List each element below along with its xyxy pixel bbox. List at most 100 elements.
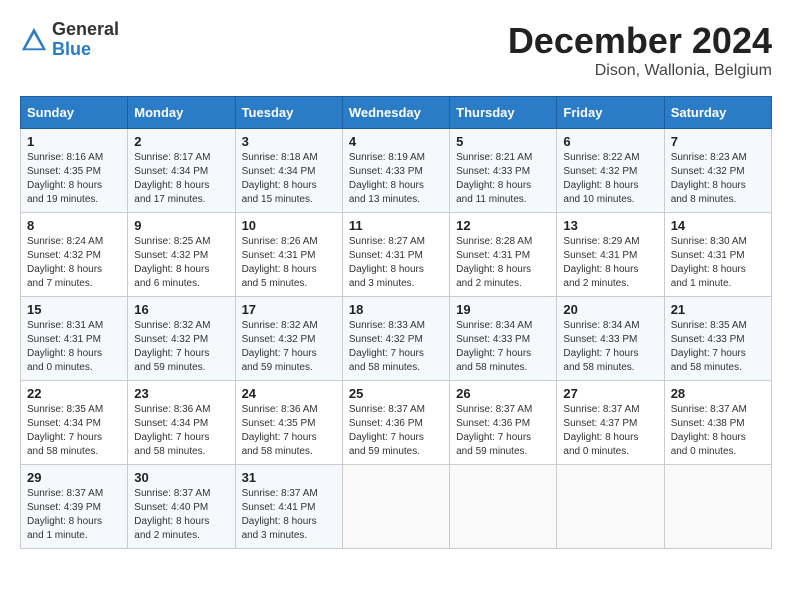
cell-info: Sunrise: 8:35 AMSunset: 4:34 PMDaylight:… xyxy=(27,404,103,457)
cell-info: Sunrise: 8:37 AMSunset: 4:39 PMDaylight:… xyxy=(27,488,103,541)
calendar-cell: 8 Sunrise: 8:24 AMSunset: 4:32 PMDaylight… xyxy=(21,213,128,297)
header-day-wednesday: Wednesday xyxy=(342,97,449,129)
cell-info: Sunrise: 8:37 AMSunset: 4:37 PMDaylight:… xyxy=(563,404,639,457)
cell-info: Sunrise: 8:34 AMSunset: 4:33 PMDaylight:… xyxy=(456,320,532,373)
cell-info: Sunrise: 8:32 AMSunset: 4:32 PMDaylight:… xyxy=(134,320,210,373)
calendar-cell: 1 Sunrise: 8:16 AMSunset: 4:35 PMDaylight… xyxy=(21,129,128,213)
cell-info: Sunrise: 8:30 AMSunset: 4:31 PMDaylight:… xyxy=(671,236,747,289)
calendar-cell: 6 Sunrise: 8:22 AMSunset: 4:32 PMDaylight… xyxy=(557,129,664,213)
cell-info: Sunrise: 8:26 AMSunset: 4:31 PMDaylight:… xyxy=(242,236,318,289)
cell-info: Sunrise: 8:22 AMSunset: 4:32 PMDaylight:… xyxy=(563,152,639,205)
calendar-cell: 13Sunrise: 8:29 AMSunset: 4:31 PMDayligh… xyxy=(557,213,664,297)
header-day-monday: Monday xyxy=(128,97,235,129)
logo-text: General Blue xyxy=(52,20,119,60)
cell-info: Sunrise: 8:37 AMSunset: 4:38 PMDaylight:… xyxy=(671,404,747,457)
header-day-friday: Friday xyxy=(557,97,664,129)
calendar-week-row: 22 Sunrise: 8:35 AMSunset: 4:34 PMDayligh… xyxy=(21,381,772,465)
day-number: 6 xyxy=(563,134,657,149)
day-number: 7 xyxy=(671,134,765,149)
day-number: 29 xyxy=(27,470,121,485)
cell-info: Sunrise: 8:17 AMSunset: 4:34 PMDaylight:… xyxy=(134,152,210,205)
day-number: 1 xyxy=(27,134,121,149)
calendar-week-row: 15 Sunrise: 8:31 AMSunset: 4:31 PMDayligh… xyxy=(21,297,772,381)
calendar-cell: 12 Sunrise: 8:28 AMSunset: 4:31 PMDayligh… xyxy=(450,213,557,297)
day-number: 21 xyxy=(671,302,765,317)
day-number: 28 xyxy=(671,386,765,401)
cell-info: Sunrise: 8:37 AMSunset: 4:36 PMDaylight:… xyxy=(349,404,425,457)
calendar-header-row: SundayMondayTuesdayWednesdayThursdayFrid… xyxy=(21,97,772,129)
logo-blue: Blue xyxy=(52,40,119,60)
cell-info: Sunrise: 8:25 AMSunset: 4:32 PMDaylight:… xyxy=(134,236,210,289)
calendar-cell: 3 Sunrise: 8:18 AMSunset: 4:34 PMDaylight… xyxy=(235,129,342,213)
calendar-cell: 15 Sunrise: 8:31 AMSunset: 4:31 PMDayligh… xyxy=(21,297,128,381)
page-header: General Blue December 2024 Dison, Wallon… xyxy=(20,20,772,80)
cell-info: Sunrise: 8:31 AMSunset: 4:31 PMDaylight:… xyxy=(27,320,103,373)
calendar-cell: 2 Sunrise: 8:17 AMSunset: 4:34 PMDaylight… xyxy=(128,129,235,213)
cell-info: Sunrise: 8:24 AMSunset: 4:32 PMDaylight:… xyxy=(27,236,103,289)
cell-info: Sunrise: 8:32 AMSunset: 4:32 PMDaylight:… xyxy=(242,320,318,373)
calendar-week-row: 1 Sunrise: 8:16 AMSunset: 4:35 PMDaylight… xyxy=(21,129,772,213)
calendar-cell: 30 Sunrise: 8:37 AMSunset: 4:40 PMDayligh… xyxy=(128,465,235,549)
calendar-cell: 29 Sunrise: 8:37 AMSunset: 4:39 PMDayligh… xyxy=(21,465,128,549)
calendar-cell: 28 Sunrise: 8:37 AMSunset: 4:38 PMDayligh… xyxy=(664,381,771,465)
day-number: 11 xyxy=(349,218,443,233)
day-number: 24 xyxy=(242,386,336,401)
calendar-cell xyxy=(664,465,771,549)
header-day-tuesday: Tuesday xyxy=(235,97,342,129)
calendar-cell: 19 Sunrise: 8:34 AMSunset: 4:33 PMDayligh… xyxy=(450,297,557,381)
day-number: 31 xyxy=(242,470,336,485)
calendar-cell: 16Sunrise: 8:32 AMSunset: 4:32 PMDayligh… xyxy=(128,297,235,381)
calendar-cell: 31Sunrise: 8:37 AMSunset: 4:41 PMDayligh… xyxy=(235,465,342,549)
cell-info: Sunrise: 8:18 AMSunset: 4:34 PMDaylight:… xyxy=(242,152,318,205)
logo-general: General xyxy=(52,20,119,40)
day-number: 27 xyxy=(563,386,657,401)
day-number: 9 xyxy=(134,218,228,233)
day-number: 26 xyxy=(456,386,550,401)
calendar-cell: 23Sunrise: 8:36 AMSunset: 4:34 PMDayligh… xyxy=(128,381,235,465)
cell-info: Sunrise: 8:28 AMSunset: 4:31 PMDaylight:… xyxy=(456,236,532,289)
day-number: 10 xyxy=(242,218,336,233)
cell-info: Sunrise: 8:23 AMSunset: 4:32 PMDaylight:… xyxy=(671,152,747,205)
cell-info: Sunrise: 8:35 AMSunset: 4:33 PMDaylight:… xyxy=(671,320,747,373)
title-block: December 2024 Dison, Wallonia, Belgium xyxy=(508,20,772,80)
logo-icon xyxy=(20,26,48,54)
day-number: 20 xyxy=(563,302,657,317)
calendar-cell: 9 Sunrise: 8:25 AMSunset: 4:32 PMDaylight… xyxy=(128,213,235,297)
logo: General Blue xyxy=(20,20,119,60)
calendar-cell: 26Sunrise: 8:37 AMSunset: 4:36 PMDayligh… xyxy=(450,381,557,465)
day-number: 15 xyxy=(27,302,121,317)
calendar-cell: 21 Sunrise: 8:35 AMSunset: 4:33 PMDayligh… xyxy=(664,297,771,381)
calendar-table: SundayMondayTuesdayWednesdayThursdayFrid… xyxy=(20,96,772,549)
day-number: 25 xyxy=(349,386,443,401)
header-day-sunday: Sunday xyxy=(21,97,128,129)
calendar-cell xyxy=(342,465,449,549)
day-number: 3 xyxy=(242,134,336,149)
cell-info: Sunrise: 8:27 AMSunset: 4:31 PMDaylight:… xyxy=(349,236,425,289)
day-number: 18 xyxy=(349,302,443,317)
calendar-cell: 5Sunrise: 8:21 AMSunset: 4:33 PMDaylight… xyxy=(450,129,557,213)
calendar-cell: 18Sunrise: 8:33 AMSunset: 4:32 PMDayligh… xyxy=(342,297,449,381)
calendar-cell: 20Sunrise: 8:34 AMSunset: 4:33 PMDayligh… xyxy=(557,297,664,381)
calendar-cell: 10 Sunrise: 8:26 AMSunset: 4:31 PMDayligh… xyxy=(235,213,342,297)
calendar-week-row: 8 Sunrise: 8:24 AMSunset: 4:32 PMDaylight… xyxy=(21,213,772,297)
cell-info: Sunrise: 8:29 AMSunset: 4:31 PMDaylight:… xyxy=(563,236,639,289)
calendar-week-row: 29 Sunrise: 8:37 AMSunset: 4:39 PMDayligh… xyxy=(21,465,772,549)
day-number: 5 xyxy=(456,134,550,149)
calendar-cell: 11 Sunrise: 8:27 AMSunset: 4:31 PMDayligh… xyxy=(342,213,449,297)
day-number: 12 xyxy=(456,218,550,233)
calendar-cell: 7 Sunrise: 8:23 AMSunset: 4:32 PMDaylight… xyxy=(664,129,771,213)
day-number: 8 xyxy=(27,218,121,233)
cell-info: Sunrise: 8:19 AMSunset: 4:33 PMDaylight:… xyxy=(349,152,425,205)
day-number: 4 xyxy=(349,134,443,149)
day-number: 22 xyxy=(27,386,121,401)
day-number: 2 xyxy=(134,134,228,149)
calendar-cell xyxy=(450,465,557,549)
day-number: 19 xyxy=(456,302,550,317)
month-title: December 2024 xyxy=(508,20,772,62)
cell-info: Sunrise: 8:37 AMSunset: 4:40 PMDaylight:… xyxy=(134,488,210,541)
location: Dison, Wallonia, Belgium xyxy=(508,62,772,80)
cell-info: Sunrise: 8:16 AMSunset: 4:35 PMDaylight:… xyxy=(27,152,103,205)
day-number: 30 xyxy=(134,470,228,485)
cell-info: Sunrise: 8:36 AMSunset: 4:34 PMDaylight:… xyxy=(134,404,210,457)
calendar-cell: 24Sunrise: 8:36 AMSunset: 4:35 PMDayligh… xyxy=(235,381,342,465)
